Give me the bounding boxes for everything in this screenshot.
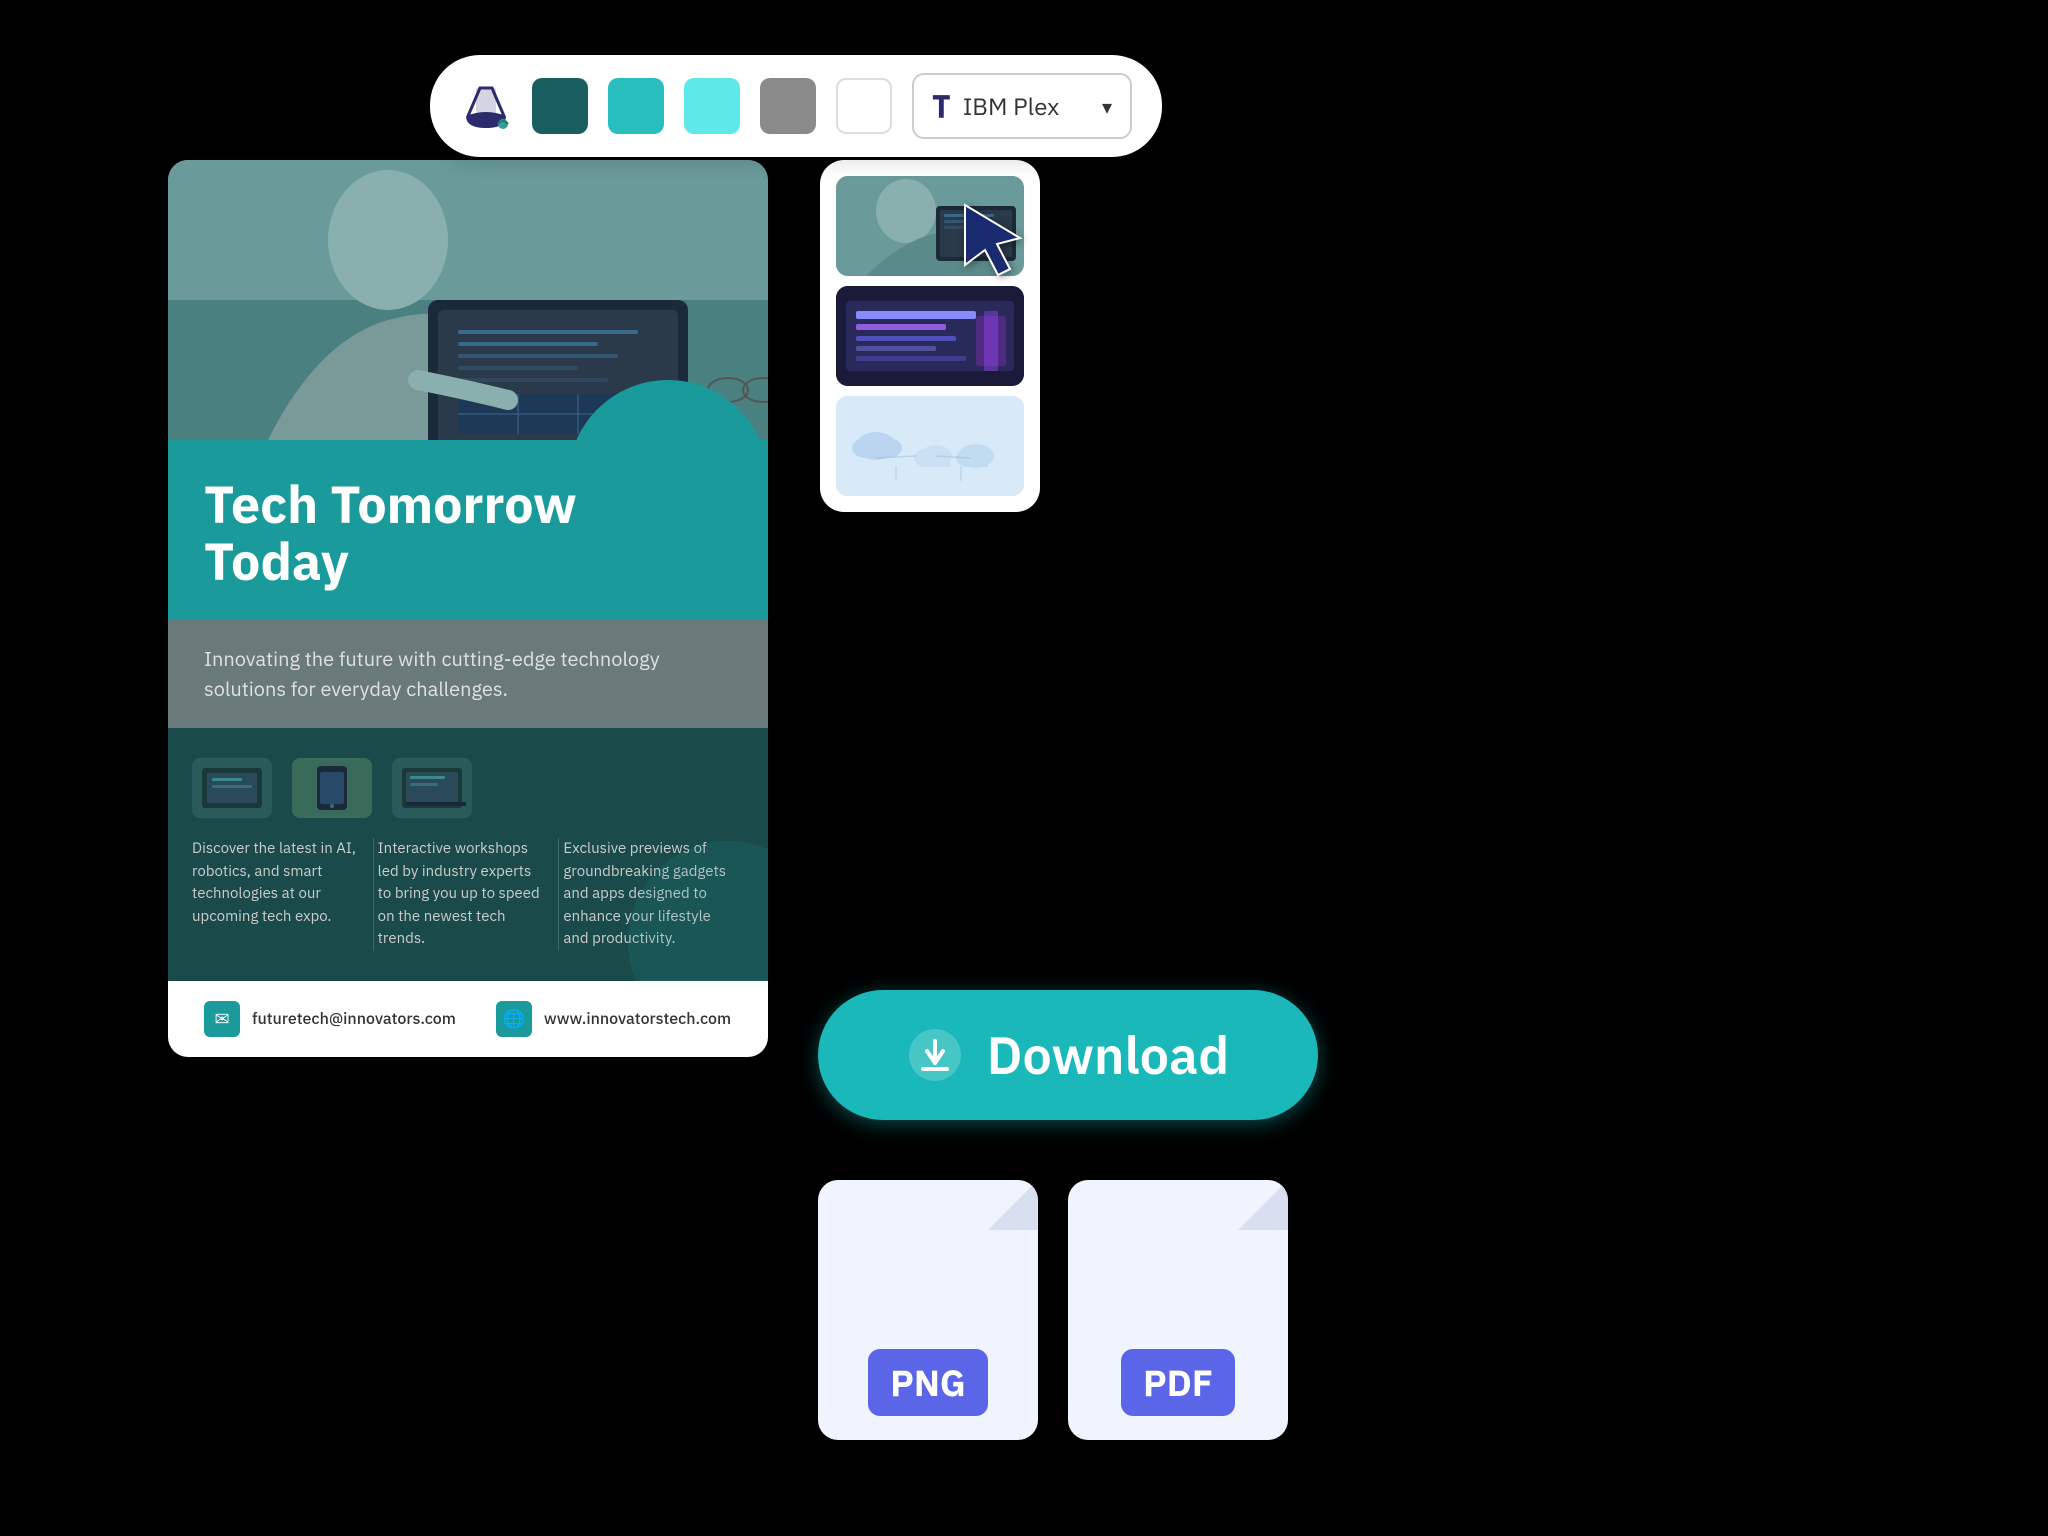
poster-subtitle: Innovating the future with cutting-edge … <box>204 644 732 704</box>
download-label: Download <box>987 1022 1230 1089</box>
phone-slide-3 <box>836 396 1024 496</box>
globe-icon: 🌐 <box>496 1001 532 1037</box>
cursor-arrow-icon <box>960 200 1040 285</box>
poster-subtitle-section: Innovating the future with cutting-edge … <box>168 620 768 728</box>
toolbar: T IBM Plex ▾ <box>430 55 1162 157</box>
poster-canvas: Tech Tomorrow Today Innovating the futur… <box>168 160 768 1057</box>
email-text: futuretech@innovators.com <box>252 1009 456 1029</box>
contact-email: ✉ futuretech@innovators.com <box>204 1001 456 1037</box>
font-T-icon: T <box>932 85 951 127</box>
download-icon <box>907 1027 963 1083</box>
contact-web: 🌐 www.innovatorstech.com <box>496 1001 731 1037</box>
phone-slide-dark <box>836 286 1024 386</box>
phone-slide-light <box>836 396 1024 496</box>
pdf-download-button[interactable]: PDF <box>1068 1180 1288 1440</box>
features-thumbnails <box>192 758 744 818</box>
font-name-label: IBM Plex <box>963 90 1090 122</box>
feature-text-1: Discover the latest in AI, robotics, and… <box>192 838 374 951</box>
features-text-grid: Discover the latest in AI, robotics, and… <box>192 838 744 951</box>
download-button[interactable]: Download <box>818 990 1318 1120</box>
phone-slide-2 <box>836 286 1024 386</box>
png-download-button[interactable]: PNG <box>818 1180 1038 1440</box>
feature-text-3: Exclusive previews of groundbreaking gad… <box>559 838 744 951</box>
feature-thumb-3 <box>392 758 472 818</box>
feature-thumb-2 <box>292 758 372 818</box>
poster-features-section: Discover the latest in AI, robotics, and… <box>168 728 768 981</box>
poster-title: Tech Tomorrow Today <box>204 476 732 590</box>
color-swatch-gray[interactable] <box>760 78 816 134</box>
chevron-down-icon: ▾ <box>1102 93 1112 120</box>
paint-bucket-icon[interactable] <box>460 80 512 132</box>
feature-text-2: Interactive workshops led by industry ex… <box>374 838 560 951</box>
color-swatch-dark-teal[interactable] <box>532 78 588 134</box>
file-formats-section: PNG PDF <box>818 1180 1288 1440</box>
poster-footer: ✉ futuretech@innovators.com 🌐 www.innova… <box>168 981 768 1057</box>
feature-thumb-1 <box>192 758 272 818</box>
png-badge: PNG <box>868 1349 988 1416</box>
color-swatch-teal[interactable] <box>608 78 664 134</box>
font-selector[interactable]: T IBM Plex ▾ <box>912 73 1132 139</box>
web-text: www.innovatorstech.com <box>544 1009 731 1029</box>
poster-title-section: Tech Tomorrow Today <box>168 440 768 620</box>
pdf-badge: PDF <box>1121 1349 1235 1416</box>
email-icon: ✉ <box>204 1001 240 1037</box>
color-swatch-light-cyan[interactable] <box>684 78 740 134</box>
color-swatch-white[interactable] <box>836 78 892 134</box>
